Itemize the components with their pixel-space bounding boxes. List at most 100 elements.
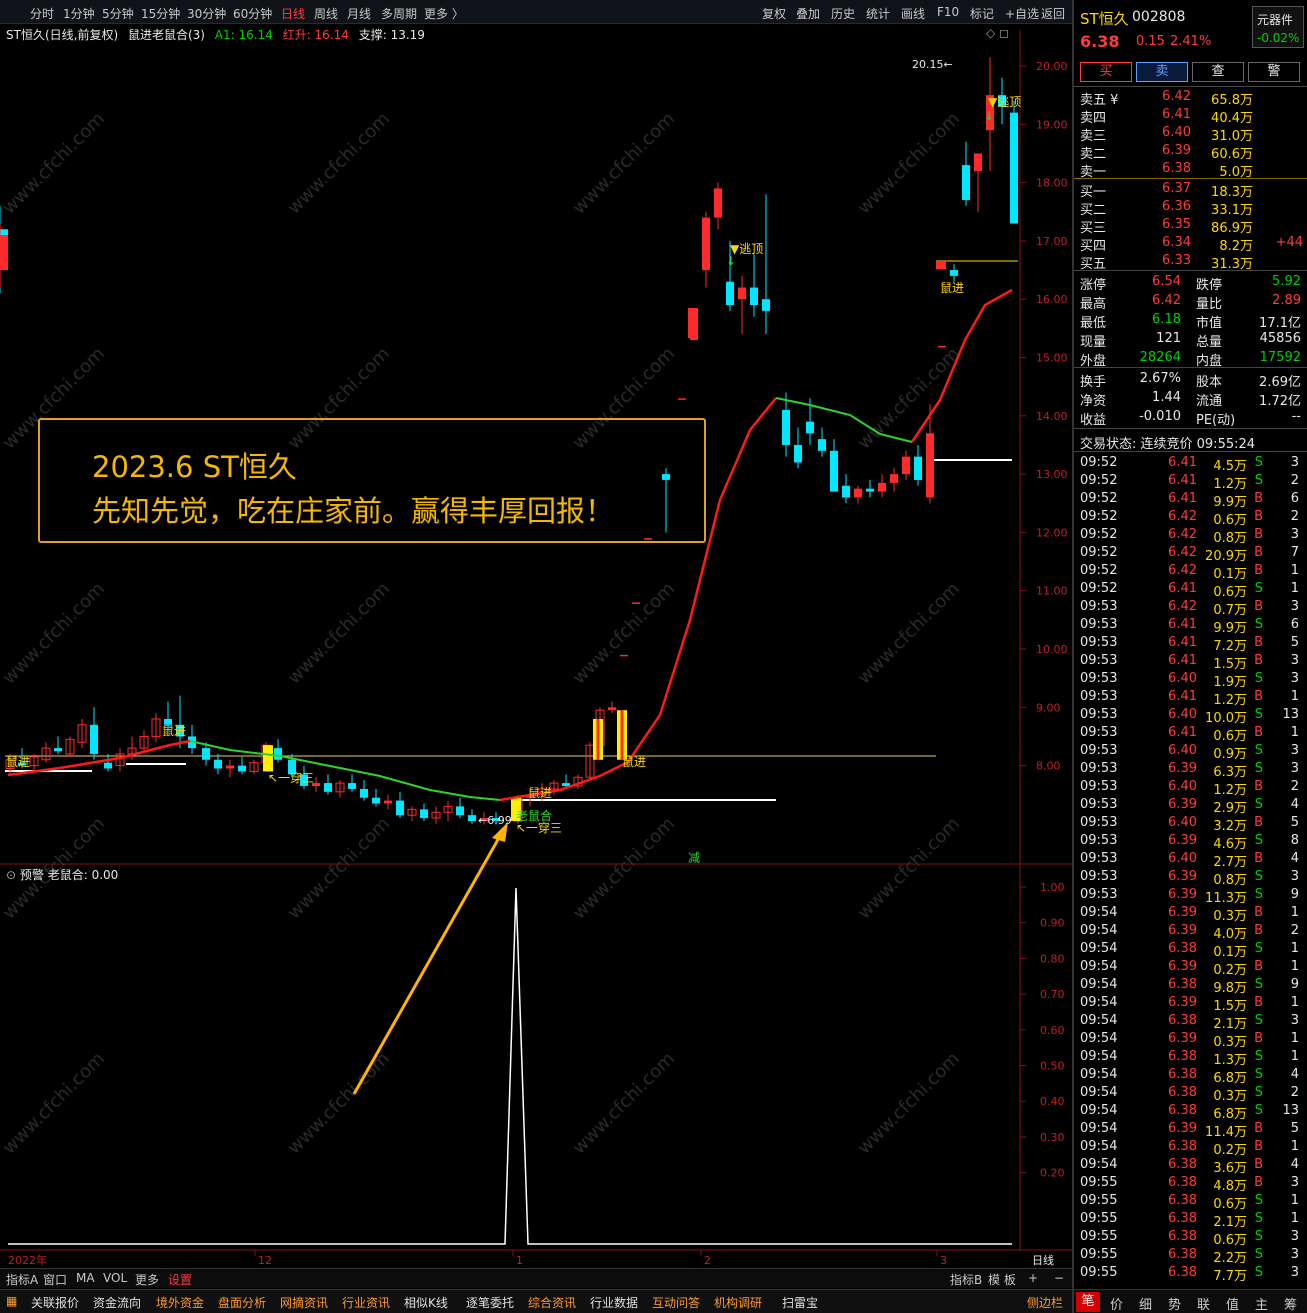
tab-trend[interactable]: 势: [1168, 1294, 1181, 1313]
tick-row[interactable]: 09:55 6.38 4.8万 B 3: [1074, 1175, 1307, 1194]
tab-vol[interactable]: VOL: [103, 1271, 127, 1285]
stat-row[interactable]: 换手 2.67% 股本 2.69亿: [1074, 371, 1307, 390]
indicator-name[interactable]: 鼠进老鼠合(3): [128, 28, 205, 42]
tick-row[interactable]: 09:54 6.39 0.2万 B 1: [1074, 959, 1307, 978]
zoom-out-button[interactable]: −: [1054, 1271, 1064, 1285]
tab-risk-scan[interactable]: 扫雷宝: [782, 1294, 818, 1311]
stat-row[interactable]: 外盘 28264 内盘 17592: [1074, 350, 1307, 369]
tab-overseas-capital[interactable]: 境外资金: [156, 1294, 204, 1311]
sell-button[interactable]: 卖: [1136, 62, 1188, 82]
period-tab[interactable]: 分时: [30, 5, 54, 22]
tick-row[interactable]: 09:53 6.41 9.9万 S 6: [1074, 617, 1307, 636]
bid-row[interactable]: 买一 6.37 18.3万: [1074, 181, 1307, 200]
ask-row[interactable]: 卖二 6.39 60.6万: [1074, 143, 1307, 162]
tick-row[interactable]: 09:54 6.39 11.4万 B 5: [1074, 1121, 1307, 1140]
period-tab[interactable]: 15分钟: [141, 5, 180, 22]
bid-row[interactable]: 买四 6.34 8.2万 +44: [1074, 235, 1307, 254]
tab-market-analysis[interactable]: 盘面分析: [218, 1294, 266, 1311]
sub-collapse-icon[interactable]: ⊙: [6, 868, 16, 882]
tick-row[interactable]: 09:52 6.41 9.9万 B 6: [1074, 491, 1307, 510]
tick-row[interactable]: 09:53 6.39 0.8万 S 3: [1074, 869, 1307, 888]
tick-row[interactable]: 09:53 6.39 4.6万 S 8: [1074, 833, 1307, 852]
tick-row[interactable]: 09:54 6.39 0.3万 B 1: [1074, 1031, 1307, 1050]
tab-main[interactable]: 主: [1255, 1294, 1268, 1313]
ask-row[interactable]: 卖五 ¥ 6.42 65.8万: [1074, 89, 1307, 108]
grid-icon[interactable]: ▦: [6, 1294, 17, 1308]
mark-button[interactable]: 标记: [970, 5, 994, 22]
tick-row[interactable]: 09:55 6.38 0.6万 S 1: [1074, 1193, 1307, 1212]
period-tab[interactable]: 30分钟: [187, 5, 226, 22]
tick-row[interactable]: 09:54 6.38 0.2万 B 1: [1074, 1139, 1307, 1158]
stat-row[interactable]: 收益 -0.010 PE(动) --: [1074, 409, 1307, 428]
tick-row[interactable]: 09:52 6.41 1.2万 S 2: [1074, 473, 1307, 492]
tick-row[interactable]: 09:53 6.40 0.9万 S 3: [1074, 743, 1307, 762]
tick-row[interactable]: 09:53 6.41 7.2万 B 5: [1074, 635, 1307, 654]
tab-similar-kline[interactable]: 相似K线: [404, 1294, 448, 1311]
tick-row[interactable]: 09:52 6.42 20.9万 B 7: [1074, 545, 1307, 564]
add-watchlist-button[interactable]: +自选: [1005, 5, 1039, 22]
tick-row[interactable]: 09:52 6.42 0.6万 B 2: [1074, 509, 1307, 528]
tick-row[interactable]: 09:55 6.38 7.7万 S 3: [1074, 1265, 1307, 1284]
sector-box[interactable]: 元器件 -0.02%: [1252, 6, 1304, 48]
tick-row[interactable]: 09:53 6.41 1.2万 B 1: [1074, 689, 1307, 708]
tab-industry-data[interactable]: 行业数据: [590, 1294, 638, 1311]
tick-row[interactable]: 09:54 6.38 6.8万 S 4: [1074, 1067, 1307, 1086]
history-button[interactable]: 历史: [831, 5, 855, 22]
bid-row[interactable]: 买五 6.33 31.3万: [1074, 253, 1307, 272]
f10-button[interactable]: F10: [937, 5, 959, 19]
period-tab[interactable]: 周线: [314, 5, 338, 22]
tick-row[interactable]: 09:54 6.38 0.3万 S 2: [1074, 1085, 1307, 1104]
tab-window[interactable]: 窗口: [43, 1271, 67, 1288]
tick-row[interactable]: 09:53 6.41 0.6万 B 1: [1074, 725, 1307, 744]
tab-price[interactable]: 价: [1110, 1294, 1123, 1313]
buy-button[interactable]: 买: [1080, 62, 1132, 82]
tick-row[interactable]: 09:53 6.40 10.0万 S 13: [1074, 707, 1307, 726]
tick-row[interactable]: 09:54 6.38 0.1万 S 1: [1074, 941, 1307, 960]
period-tab[interactable]: 1分钟: [63, 5, 95, 22]
restore-button[interactable]: 复权: [762, 5, 786, 22]
tick-row[interactable]: 09:53 6.39 6.3万 S 3: [1074, 761, 1307, 780]
period-tab[interactable]: 5分钟: [102, 5, 134, 22]
tab-indicator-b[interactable]: 指标B: [950, 1271, 982, 1288]
tab-template[interactable]: 模 板: [988, 1271, 1016, 1288]
tab-detail[interactable]: 细: [1139, 1294, 1152, 1313]
tick-row[interactable]: 09:53 6.39 2.9万 S 4: [1074, 797, 1307, 816]
tick-row[interactable]: 09:53 6.40 3.2万 B 5: [1074, 815, 1307, 834]
tab-general-info[interactable]: 综合资讯: [528, 1294, 576, 1311]
chart-control-icons[interactable]: ◇ ◻: [986, 26, 1009, 40]
tick-row[interactable]: 09:53 6.40 2.7万 B 4: [1074, 851, 1307, 870]
tab-settings[interactable]: 设置: [168, 1271, 192, 1288]
tick-row[interactable]: 09:53 6.39 11.3万 S 9: [1074, 887, 1307, 906]
tick-row[interactable]: 09:52 6.42 0.8万 B 3: [1074, 527, 1307, 546]
tick-row[interactable]: 09:52 6.41 0.6万 S 1: [1074, 581, 1307, 600]
tick-row[interactable]: 09:55 6.38 0.6万 S 3: [1074, 1229, 1307, 1248]
draw-button[interactable]: 画线: [901, 5, 925, 22]
tick-row[interactable]: 09:53 6.40 1.2万 B 2: [1074, 779, 1307, 798]
alert-button[interactable]: 警: [1248, 62, 1300, 82]
tick-row[interactable]: 09:54 6.38 6.8万 S 13: [1074, 1103, 1307, 1122]
tab-more[interactable]: 更多: [135, 1271, 159, 1288]
tick-row[interactable]: 09:53 6.42 0.7万 B 3: [1074, 599, 1307, 618]
tab-indicator-a[interactable]: 指标A: [6, 1271, 38, 1288]
bid-row[interactable]: 买二 6.36 33.1万: [1074, 199, 1307, 218]
tab-qa[interactable]: 互动问答: [652, 1294, 700, 1311]
tick-row[interactable]: 09:53 6.41 1.5万 B 3: [1074, 653, 1307, 672]
period-tab-active[interactable]: 日线: [281, 5, 305, 22]
tick-row[interactable]: 09:54 6.38 1.3万 S 1: [1074, 1049, 1307, 1068]
tick-row[interactable]: 09:55 6.38 2.2万 S 3: [1074, 1247, 1307, 1266]
tab-institution-research[interactable]: 机构调研: [714, 1294, 762, 1311]
tab-value[interactable]: 值: [1226, 1294, 1239, 1313]
period-tab[interactable]: 月线: [347, 5, 371, 22]
tick-row[interactable]: 09:54 6.38 2.1万 S 3: [1074, 1013, 1307, 1032]
tick-row[interactable]: 09:54 6.39 1.5万 B 1: [1074, 995, 1307, 1014]
query-button[interactable]: 查: [1192, 62, 1244, 82]
bid-row[interactable]: 买三 6.35 86.9万: [1074, 217, 1307, 236]
tab-sidebar[interactable]: 侧边栏: [1027, 1294, 1063, 1311]
tab-related-quote[interactable]: 关联报价: [31, 1294, 79, 1311]
tick-row[interactable]: 09:53 6.40 1.9万 S 3: [1074, 671, 1307, 690]
tab-ma[interactable]: MA: [76, 1271, 95, 1285]
back-button[interactable]: 返回: [1041, 5, 1065, 22]
stats-button[interactable]: 统计: [866, 5, 890, 22]
tab-trades[interactable]: 笔: [1076, 1292, 1100, 1312]
tick-row[interactable]: 09:52 6.42 0.1万 B 1: [1074, 563, 1307, 582]
